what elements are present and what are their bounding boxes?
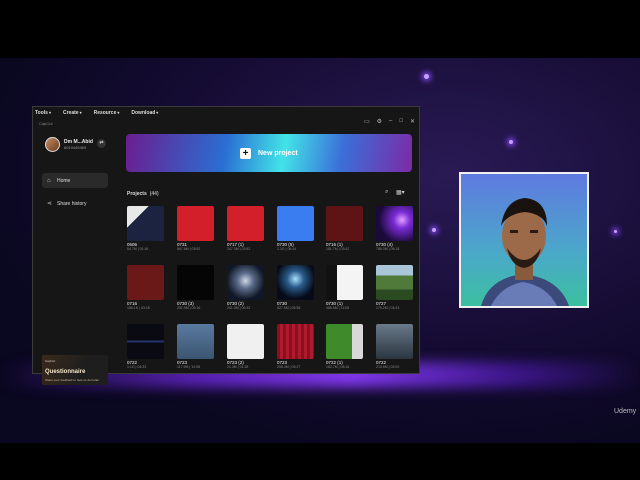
sidebar-item-label: Share history xyxy=(57,200,87,207)
title-bar: CapCut ▭ ⚙ – □ ✕ xyxy=(33,118,419,128)
project-card[interactable]: 0722 (1) 162.7M | 08:16 xyxy=(326,324,363,369)
light-spot xyxy=(509,140,513,144)
sidebar-item-label: Home xyxy=(57,177,71,184)
view-toggle-icon[interactable]: ▦▾ xyxy=(396,189,405,196)
project-thumbnail xyxy=(277,206,314,241)
project-thumbnail xyxy=(326,206,363,241)
feedback-icon[interactable]: ▭ xyxy=(364,118,370,125)
project-meta: 181.7M | 03:42 xyxy=(326,247,350,251)
project-card[interactable]: 0722 1.1G | 04:33 xyxy=(127,324,164,369)
sidebar-item-home[interactable]: ⌂ Home xyxy=(42,173,108,188)
project-thumbnail xyxy=(127,206,164,241)
plus-icon: + xyxy=(240,148,251,159)
project-card[interactable]: 0506 84.7M | 01:16 xyxy=(127,206,164,251)
presenter-image xyxy=(481,198,569,306)
project-meta: 162.7M | 08:16 xyxy=(326,365,350,369)
user-phone: 6019445469 xyxy=(64,145,87,150)
projects-count: (44) xyxy=(149,191,159,197)
project-thumbnail xyxy=(177,324,214,359)
avatar[interactable] xyxy=(45,137,60,152)
settings-icon[interactable]: ⚙ xyxy=(377,118,382,125)
project-thumbnail xyxy=(277,265,314,300)
project-thumbnail xyxy=(376,265,413,300)
project-meta: 241.3M | 06:32 xyxy=(227,306,251,310)
project-thumbnail xyxy=(376,324,413,359)
project-thumbnail xyxy=(227,324,264,359)
promo-title: Questionnaire xyxy=(45,369,86,375)
maximize-icon[interactable]: □ xyxy=(399,118,403,125)
udemy-watermark: Udemy xyxy=(614,408,637,415)
project-meta: 117.9M | 10:08 xyxy=(177,365,201,369)
project-card[interactable]: 0716 166.1K | 03:18 xyxy=(127,265,164,310)
project-thumbnail xyxy=(277,324,314,359)
project-card[interactable]: 0730 (5) 1.3G | 06:44 xyxy=(277,206,314,251)
project-card[interactable]: 0731 867.8M | 03:52 xyxy=(177,206,214,251)
sidebar: Dm M...Abid 6019445469 ⇄ ⌂ Home ⋖ Share … xyxy=(33,129,113,385)
project-thumbnail xyxy=(326,265,363,300)
project-card[interactable]: 0730 (3) 251.9M | 09:16 xyxy=(177,265,214,310)
project-card[interactable]: 0727 179.2M | 04:43 xyxy=(376,265,413,310)
project-meta: 486.5M | 11:08 xyxy=(326,306,350,310)
project-thumbnail xyxy=(177,265,214,300)
project-thumbnail xyxy=(227,206,264,241)
project-meta: 1.3G | 06:44 xyxy=(277,247,297,251)
project-meta: 251.9M | 09:16 xyxy=(177,306,201,310)
project-meta: 166.1K | 03:18 xyxy=(127,306,150,310)
project-card[interactable]: 0723 (2) 21.3M | 01:28 xyxy=(227,324,264,369)
project-thumbnail xyxy=(227,265,264,300)
promo-subtitle: Share your feedback to help us do better xyxy=(45,378,100,382)
project-meta: 247.3M | 03:52 xyxy=(227,247,251,251)
close-icon[interactable]: ✕ xyxy=(410,118,415,125)
project-meta: 21.3M | 01:28 xyxy=(227,365,249,369)
light-spot xyxy=(424,74,429,79)
webcam-overlay xyxy=(459,172,589,308)
project-thumbnail xyxy=(127,324,164,359)
project-meta: 1.1G | 04:33 xyxy=(127,365,147,369)
menu-create[interactable]: Create▾ xyxy=(63,110,82,116)
project-card[interactable]: 0730 (2) 241.3M | 06:32 xyxy=(227,265,264,310)
menu-bar: Tools▾ Create▾ Resource▾ Download▾ xyxy=(33,107,421,118)
project-card[interactable]: 0730 (1) 486.5M | 11:08 xyxy=(326,265,363,310)
sidebar-item-share-history[interactable]: ⋖ Share history xyxy=(42,196,108,211)
questionnaire-banner[interactable]: CapCut Questionnaire Share your feedback… xyxy=(42,355,108,385)
capcut-window: Tools▾ Create▾ Resource▾ Download▾ CapCu… xyxy=(32,106,421,385)
project-meta: 627.6M | 05:58 xyxy=(277,306,301,310)
project-card[interactable]: 0730 627.6M | 05:58 xyxy=(277,265,314,310)
app-logo: CapCut xyxy=(39,120,53,126)
project-thumbnail xyxy=(177,206,214,241)
project-meta: 867.8M | 03:52 xyxy=(177,247,201,251)
project-meta: 179.2M | 04:43 xyxy=(376,306,400,310)
project-card[interactable]: 0723 208.4M | 05:27 xyxy=(277,324,314,369)
share-icon: ⋖ xyxy=(47,201,53,207)
project-meta: 208.4M | 05:27 xyxy=(277,365,301,369)
light-spot xyxy=(432,228,436,232)
light-spot xyxy=(614,230,617,233)
project-card[interactable]: 0717 (1) 247.3M | 03:52 xyxy=(227,206,264,251)
user-profile[interactable]: Dm M...Abid 6019445469 xyxy=(45,137,93,152)
project-meta: 786.3M | 05:18 xyxy=(376,247,400,251)
home-icon: ⌂ xyxy=(47,177,51,184)
project-thumbnail xyxy=(127,265,164,300)
project-card[interactable]: 0722 213.5M | 05:20 xyxy=(376,324,413,369)
project-card[interactable]: 0716 (1) 181.7M | 03:42 xyxy=(326,206,363,251)
minimize-icon[interactable]: – xyxy=(389,118,392,125)
search-icon[interactable]: ⌕ xyxy=(385,189,388,196)
menu-download[interactable]: Download▾ xyxy=(131,110,158,116)
menu-resource[interactable]: Resource▾ xyxy=(94,110,120,116)
menu-tools[interactable]: Tools▾ xyxy=(35,110,51,116)
project-meta: 84.7M | 01:16 xyxy=(127,247,149,251)
switch-account-icon[interactable]: ⇄ xyxy=(97,139,106,148)
project-meta: 213.5M | 05:20 xyxy=(376,365,400,369)
projects-heading: Projects (44) xyxy=(127,191,159,197)
project-card[interactable]: 0730 (4) 786.3M | 05:18 xyxy=(376,206,413,251)
new-project-label: New project xyxy=(258,150,298,157)
project-thumbnail xyxy=(326,324,363,359)
project-card[interactable]: 0723 117.9M | 10:08 xyxy=(177,324,214,369)
projects-label: Projects xyxy=(127,191,147,197)
new-project-button[interactable]: + New project xyxy=(126,134,412,172)
main-content: + New project Projects (44) ⌕ ▦▾ 0506 84.7… xyxy=(123,129,415,373)
project-thumbnail xyxy=(376,206,413,241)
promo-tag: CapCut xyxy=(45,359,56,363)
